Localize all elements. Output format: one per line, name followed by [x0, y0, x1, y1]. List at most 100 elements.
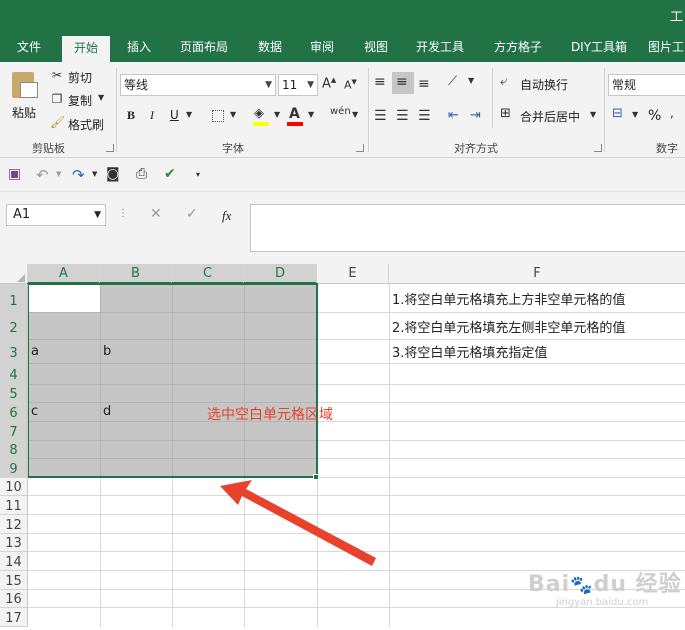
underline-button[interactable]: U [170, 108, 179, 122]
chevron-down-icon[interactable]: ▼ [274, 110, 280, 119]
row-header-4[interactable]: 4 [0, 364, 28, 385]
phonetic-icon[interactable]: wén [330, 106, 351, 117]
tab-view[interactable]: 视图 [356, 34, 396, 62]
more-options-icon[interactable]: ⋮ [118, 208, 128, 219]
worksheet-grid[interactable]: 1 2 3 4 5 6 7 8 9 10 11 12 13 14 15 16 1… [0, 283, 685, 627]
customize-qat-icon[interactable]: ▾ [196, 170, 200, 179]
decrease-indent-icon[interactable]: ⇤ [448, 108, 459, 123]
row-header-17[interactable]: 17 [0, 608, 28, 627]
print-preview-icon[interactable]: ⎙ [136, 166, 147, 182]
align-right-icon[interactable]: ☰ [418, 108, 431, 124]
spell-check-icon[interactable]: ✔ [164, 166, 176, 182]
formula-input[interactable] [250, 204, 685, 252]
increase-font-icon[interactable]: A▲ [322, 76, 336, 91]
tab-diy-toolbox[interactable]: DIY工具箱 [564, 34, 634, 62]
comma-style-icon[interactable]: , [670, 106, 674, 120]
column-header-b[interactable]: B [100, 264, 172, 284]
chevron-down-icon[interactable]: ▼ [632, 110, 638, 119]
row-header-10[interactable]: 10 [0, 478, 28, 496]
cell-b3[interactable]: b [103, 344, 111, 359]
font-color-icon[interactable]: A [289, 106, 300, 122]
row-header-14[interactable]: 14 [0, 552, 28, 571]
tab-fangfang[interactable]: 方方格子 [486, 34, 550, 62]
note-f1[interactable]: 1.将空白单元格填充上方非空单元格的值 [392, 289, 625, 308]
note-f2[interactable]: 2.将空白单元格填充左侧非空单元格的值 [392, 317, 625, 336]
tab-data[interactable]: 数据 [250, 34, 290, 62]
row-header-7[interactable]: 7 [0, 422, 28, 441]
row-header-13[interactable]: 13 [0, 534, 28, 552]
column-header-d[interactable]: D [244, 264, 317, 284]
tab-page-layout[interactable]: 页面布局 [172, 34, 236, 62]
tab-home[interactable]: 开始 [62, 34, 110, 62]
row-header-5[interactable]: 5 [0, 385, 28, 403]
paste-button[interactable]: 粘贴 [12, 104, 36, 121]
chevron-down-icon[interactable]: ▼ [98, 93, 104, 102]
alignment-launcher-icon[interactable] [594, 144, 602, 152]
cell-b6[interactable]: d [103, 404, 111, 419]
cut-button[interactable]: 剪切 [68, 69, 92, 86]
column-header-f[interactable]: F [389, 264, 685, 284]
chevron-down-icon[interactable]: ▼ [186, 110, 192, 119]
cell-a6[interactable]: c [31, 404, 38, 419]
tab-review[interactable]: 审阅 [302, 34, 342, 62]
row-header-2[interactable]: 2 [0, 313, 28, 340]
align-top-icon[interactable]: ≡ [374, 74, 386, 90]
row-header-15[interactable]: 15 [0, 571, 28, 590]
font-name-select[interactable]: 等线 ▼ [120, 74, 276, 96]
insert-function-button[interactable]: fx [222, 208, 231, 224]
align-center-icon[interactable]: ☰ [396, 108, 409, 124]
column-header-e[interactable]: E [317, 264, 389, 284]
enter-icon[interactable]: ✓ [186, 206, 198, 222]
wrap-text-icon[interactable]: ⤶ [500, 74, 507, 89]
number-format-select[interactable]: 常规 [608, 74, 685, 96]
row-header-3[interactable]: 3 [0, 340, 28, 364]
merge-center-button[interactable]: 合并后居中 [520, 108, 580, 125]
tab-developer[interactable]: 开发工具 [408, 34, 472, 62]
wrap-text-button[interactable]: 自动换行 [520, 76, 568, 93]
chevron-down-icon[interactable]: ▼ [468, 76, 474, 85]
chevron-down-icon[interactable]: ▼ [308, 110, 314, 119]
column-header-a[interactable]: A [28, 264, 100, 284]
percent-button[interactable]: % [648, 108, 661, 124]
undo-icon[interactable]: ↶ [36, 166, 49, 184]
name-box[interactable]: A1 ▼ [6, 204, 106, 226]
borders-icon[interactable] [212, 110, 224, 122]
fill-color-icon[interactable]: ◈ [254, 106, 264, 121]
save-icon[interactable]: ▣ [8, 166, 21, 182]
font-size-select[interactable]: 11 ▼ [278, 74, 318, 96]
row-header-8[interactable]: 8 [0, 441, 28, 459]
tab-picture-tools[interactable]: 图片工 [648, 34, 685, 62]
column-header-c[interactable]: C [172, 264, 244, 284]
row-header-16[interactable]: 16 [0, 590, 28, 608]
select-all-corner[interactable] [0, 264, 28, 284]
chevron-down-icon[interactable]: ▼ [352, 110, 358, 119]
row-header-9[interactable]: 9 [0, 459, 28, 478]
row-header-1[interactable]: 1 [0, 284, 28, 313]
chevron-down-icon[interactable]: ▼ [56, 170, 61, 178]
orientation-icon[interactable]: ⟋ [448, 74, 457, 89]
decrease-font-icon[interactable]: A▼ [344, 78, 357, 92]
align-bottom-icon[interactable]: ≡ [418, 76, 430, 92]
chevron-down-icon[interactable]: ▼ [92, 170, 97, 178]
fill-handle[interactable] [313, 474, 319, 480]
merge-center-icon[interactable]: ⊞ [500, 106, 511, 121]
tab-insert[interactable]: 插入 [116, 34, 162, 62]
camera-icon[interactable]: ◙ [106, 166, 120, 182]
tab-file[interactable]: 文件 [6, 34, 52, 62]
paste-icon[interactable] [12, 70, 38, 100]
accounting-format-icon[interactable]: ⊟ [612, 106, 623, 121]
format-painter-button[interactable]: 格式刷 [68, 116, 104, 133]
redo-icon[interactable]: ↷ [72, 166, 85, 184]
cell-a3[interactable]: a [31, 344, 39, 359]
row-header-12[interactable]: 12 [0, 515, 28, 534]
copy-button[interactable]: 复制 [68, 92, 92, 109]
increase-indent-icon[interactable]: ⇥ [470, 108, 481, 123]
clipboard-launcher-icon[interactable] [106, 144, 114, 152]
chevron-down-icon[interactable]: ▼ [590, 110, 596, 119]
row-header-11[interactable]: 11 [0, 496, 28, 515]
cancel-icon[interactable]: ✕ [150, 206, 162, 222]
align-middle-icon[interactable]: ≡ [396, 74, 408, 90]
font-launcher-icon[interactable] [356, 144, 364, 152]
note-f3[interactable]: 3.将空白单元格填充指定值 [392, 342, 547, 361]
italic-button[interactable]: I [150, 108, 154, 123]
